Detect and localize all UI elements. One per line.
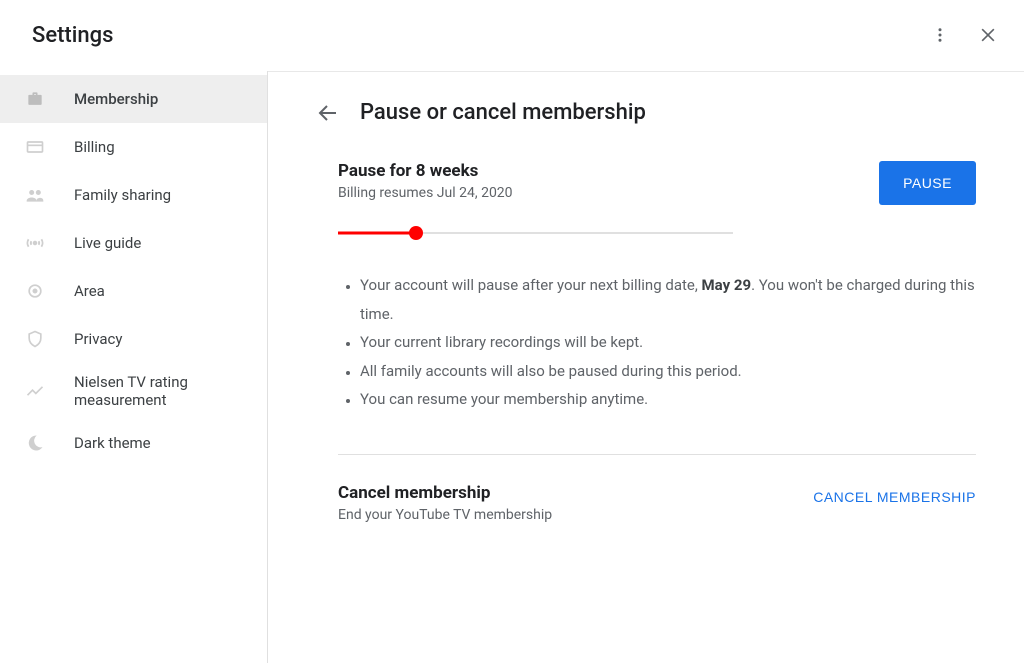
pause-subtext: Billing resumes Jul 24, 2020 [338, 185, 513, 201]
list-item: All family accounts will also be paused … [360, 357, 976, 386]
sidebar-item-nielsen[interactable]: Nielsen TV rating measurement [0, 363, 267, 419]
suitcase-icon [24, 88, 46, 110]
section-divider [338, 454, 976, 455]
app-header: Settings [0, 0, 1024, 70]
sidebar-item-label: Area [74, 282, 105, 300]
sidebar-item-label: Membership [74, 90, 158, 108]
sidebar-item-label: Nielsen TV rating measurement [74, 373, 224, 409]
card-icon [24, 136, 46, 158]
pause-heading: Pause for 8 weeks [338, 161, 513, 181]
app-body: Membership Billing Family sharing Live g… [0, 70, 1024, 663]
pause-section-header: Pause for 8 weeks Billing resumes Jul 24… [316, 161, 976, 205]
more-icon[interactable] [928, 23, 952, 47]
trend-icon [24, 380, 46, 402]
bullet-strong-date: May 29 [702, 276, 752, 294]
sidebar-item-label: Live guide [74, 234, 141, 252]
target-icon [24, 280, 46, 302]
close-icon[interactable] [976, 23, 1000, 47]
sidebar-item-label: Dark theme [74, 434, 151, 452]
people-icon [24, 184, 46, 206]
list-item: Your account will pause after your next … [360, 271, 976, 328]
bullet-text: Your account will pause after your next … [360, 276, 702, 294]
back-arrow-icon[interactable] [316, 101, 340, 125]
settings-sidebar: Membership Billing Family sharing Live g… [0, 71, 268, 663]
page-header: Pause or cancel membership [316, 100, 976, 125]
main-content: Pause or cancel membership Pause for 8 w… [268, 71, 1024, 663]
cancel-membership-button[interactable]: CANCEL MEMBERSHIP [813, 483, 976, 505]
sidebar-item-privacy[interactable]: Privacy [0, 315, 267, 363]
sidebar-item-family-sharing[interactable]: Family sharing [0, 171, 267, 219]
sidebar-item-label: Billing [74, 138, 115, 156]
cancel-heading: Cancel membership [338, 483, 552, 503]
pause-button[interactable]: PAUSE [879, 161, 976, 205]
live-icon [24, 232, 46, 254]
sidebar-item-membership[interactable]: Membership [0, 75, 267, 123]
sidebar-item-dark-theme[interactable]: Dark theme [0, 419, 267, 467]
list-item: You can resume your membership anytime. [360, 385, 976, 414]
sidebar-item-billing[interactable]: Billing [0, 123, 267, 171]
page-title: Pause or cancel membership [360, 100, 646, 125]
moon-icon [24, 432, 46, 454]
settings-title: Settings [32, 23, 113, 48]
header-actions [928, 23, 1000, 47]
list-item: Your current library recordings will be … [360, 328, 976, 357]
sidebar-item-area[interactable]: Area [0, 267, 267, 315]
slider-thumb[interactable] [409, 226, 423, 240]
sidebar-item-label: Family sharing [74, 186, 171, 204]
shield-icon [24, 328, 46, 350]
cancel-section: Cancel membership End your YouTube TV me… [316, 483, 976, 523]
cancel-subtext: End your YouTube TV membership [338, 507, 552, 523]
pause-info-list: Your account will pause after your next … [316, 271, 976, 414]
slider-fill [338, 232, 416, 235]
pause-duration-slider[interactable] [338, 223, 733, 243]
sidebar-item-live-guide[interactable]: Live guide [0, 219, 267, 267]
sidebar-item-label: Privacy [74, 330, 122, 348]
